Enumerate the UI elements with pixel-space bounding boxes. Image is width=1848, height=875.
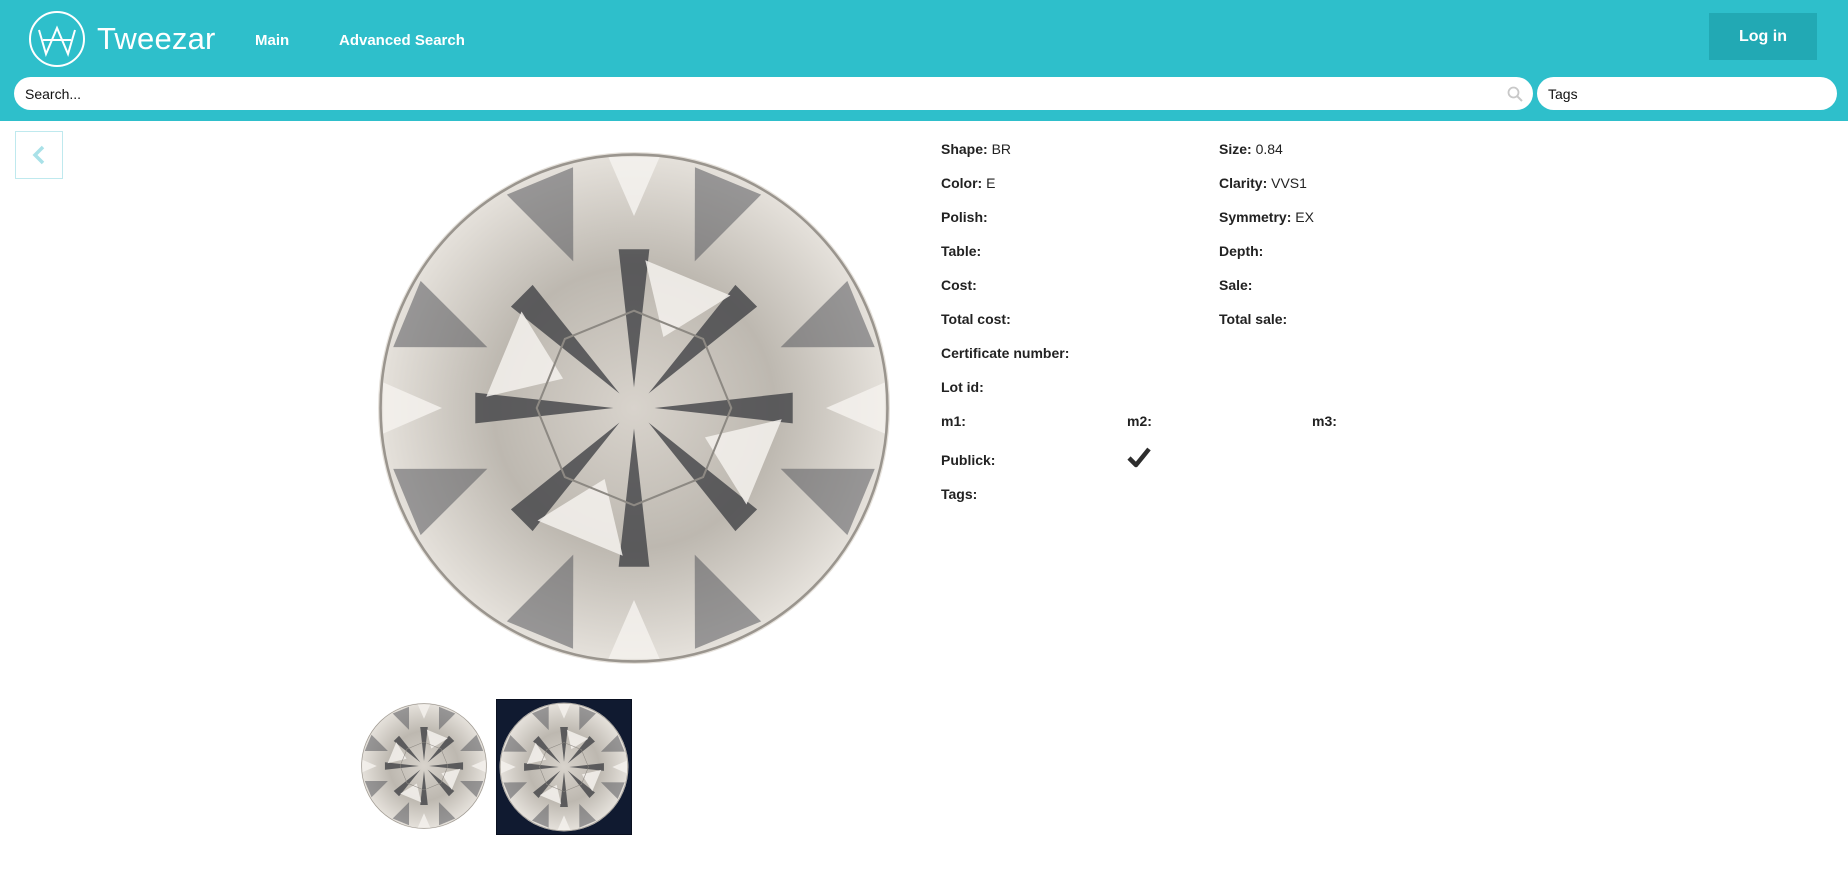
clarity-value: VVS1 xyxy=(1271,175,1307,191)
field-polish: Polish: xyxy=(941,209,988,225)
field-m1: m1: xyxy=(941,413,966,429)
back-button[interactable] xyxy=(15,131,63,179)
symmetry-value: EX xyxy=(1295,209,1314,225)
field-symmetry: Symmetry: EX xyxy=(1219,209,1314,225)
nav-main[interactable]: Main xyxy=(255,32,289,49)
shape-value: BR xyxy=(991,141,1012,157)
thumbnail-2[interactable] xyxy=(496,699,632,835)
field-clarity: Clarity: VVS1 xyxy=(1219,175,1307,191)
main-diamond-image xyxy=(378,152,890,664)
field-publick: Publick: xyxy=(941,452,996,468)
checkmark-icon xyxy=(1127,447,1151,468)
field-lot-id: Lot id: xyxy=(941,379,984,395)
field-m2: m2: xyxy=(1127,413,1152,429)
field-certificate-number: Certificate number: xyxy=(941,345,1070,361)
tags-input[interactable] xyxy=(1537,77,1837,110)
size-value: 0.84 xyxy=(1255,141,1283,157)
search-bar xyxy=(14,77,1533,110)
field-sale: Sale: xyxy=(1219,277,1253,293)
brand-logo[interactable]: Tweezar xyxy=(28,10,216,68)
top-header: Tweezar Main Advanced Search Log in xyxy=(0,0,1848,121)
field-depth: Depth: xyxy=(1219,243,1264,259)
tweezar-logo-icon xyxy=(29,11,85,67)
search-icon[interactable] xyxy=(1507,86,1523,102)
field-shape: Shape: BR xyxy=(941,141,1012,157)
chevron-left-icon xyxy=(32,145,45,165)
nav-advanced-search[interactable]: Advanced Search xyxy=(339,32,465,49)
field-size: Size: 0.84 xyxy=(1219,141,1283,157)
search-input[interactable] xyxy=(14,77,1533,110)
field-total-sale: Total sale: xyxy=(1219,311,1288,327)
field-cost: Cost: xyxy=(941,277,977,293)
field-table: Table: xyxy=(941,243,982,259)
thumbnail-1[interactable] xyxy=(360,702,488,830)
brand-name: Tweezar xyxy=(97,21,216,56)
field-tags: Tags: xyxy=(941,486,978,502)
field-color: Color: E xyxy=(941,175,996,191)
field-m3: m3: xyxy=(1312,413,1337,429)
color-value: E xyxy=(986,175,996,191)
thumbnail-image xyxy=(499,702,629,832)
field-total-cost: Total cost: xyxy=(941,311,1011,327)
thumbnail-image xyxy=(360,702,488,830)
login-button[interactable]: Log in xyxy=(1709,13,1817,60)
